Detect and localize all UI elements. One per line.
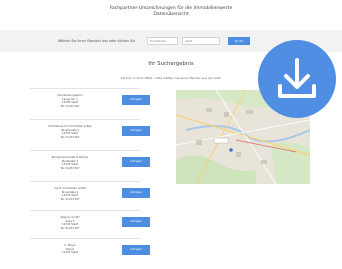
divider	[30, 181, 140, 182]
divider	[30, 88, 140, 89]
list-item: Wagner GmbH Allee 5 12345 Stadt Tel. 01234 …	[30, 210, 170, 241]
divider	[30, 119, 140, 120]
partner-address: Fachbetrieb für Immobilien & Bau Hauptstr…	[48, 125, 92, 139]
list-item: A.S.H. Immobilien GmbH Ringstraße 4 12345 …	[30, 181, 170, 212]
request-button[interactable]: Anfragen	[122, 157, 150, 167]
partner-address: C. Meyer Weg 6 12345 Stadt	[62, 244, 78, 255]
partner-address: Wagner GmbH Allee 5 12345 Stadt Tel. 01234 …	[60, 216, 80, 230]
request-button[interactable]: Anfragen	[122, 245, 150, 255]
zip-input[interactable]: Postleitzahl	[147, 37, 178, 45]
request-button[interactable]: Anfragen	[122, 126, 150, 136]
request-button[interactable]: Anfragen	[122, 188, 150, 198]
list-item: Fachbetrieb für Immobilien & Bau Hauptstr…	[30, 119, 170, 150]
search-button[interactable]: Suche	[228, 37, 250, 45]
divider	[30, 210, 140, 211]
divider	[30, 150, 140, 151]
list-item: C. Meyer Weg 6 12345 Stadt Anfragen	[30, 238, 170, 269]
partner-address: Immobilien-Agentur Lange Str. 1 12345 Stad…	[57, 94, 83, 108]
search-label: Wählen Sie Ihren Standort aus oder klick…	[58, 39, 136, 43]
divider	[30, 238, 140, 239]
request-button[interactable]: Anfragen	[122, 217, 150, 227]
list-item: Immobilien-Agentur Lange Str. 1 12345 Stad…	[30, 88, 170, 119]
request-button[interactable]: Anfragen	[122, 95, 150, 105]
download-icon	[278, 58, 316, 98]
city-input[interactable]: Stadt	[182, 37, 220, 45]
page-header: Fachpartner-Umzeichnungen für die Immobi…	[0, 6, 342, 18]
download-badge[interactable]	[258, 40, 336, 118]
partner-address: A.S.H. Immobilien GmbH Ringstraße 4 12345 …	[54, 187, 86, 201]
partner-address: Bürogemeinschaft & Partner Marktplatz 3 12…	[51, 156, 89, 170]
list-item: Bürogemeinschaft & Partner Marktplatz 3 12…	[30, 150, 170, 181]
page-subtitle: Datenübersicht	[153, 12, 189, 17]
